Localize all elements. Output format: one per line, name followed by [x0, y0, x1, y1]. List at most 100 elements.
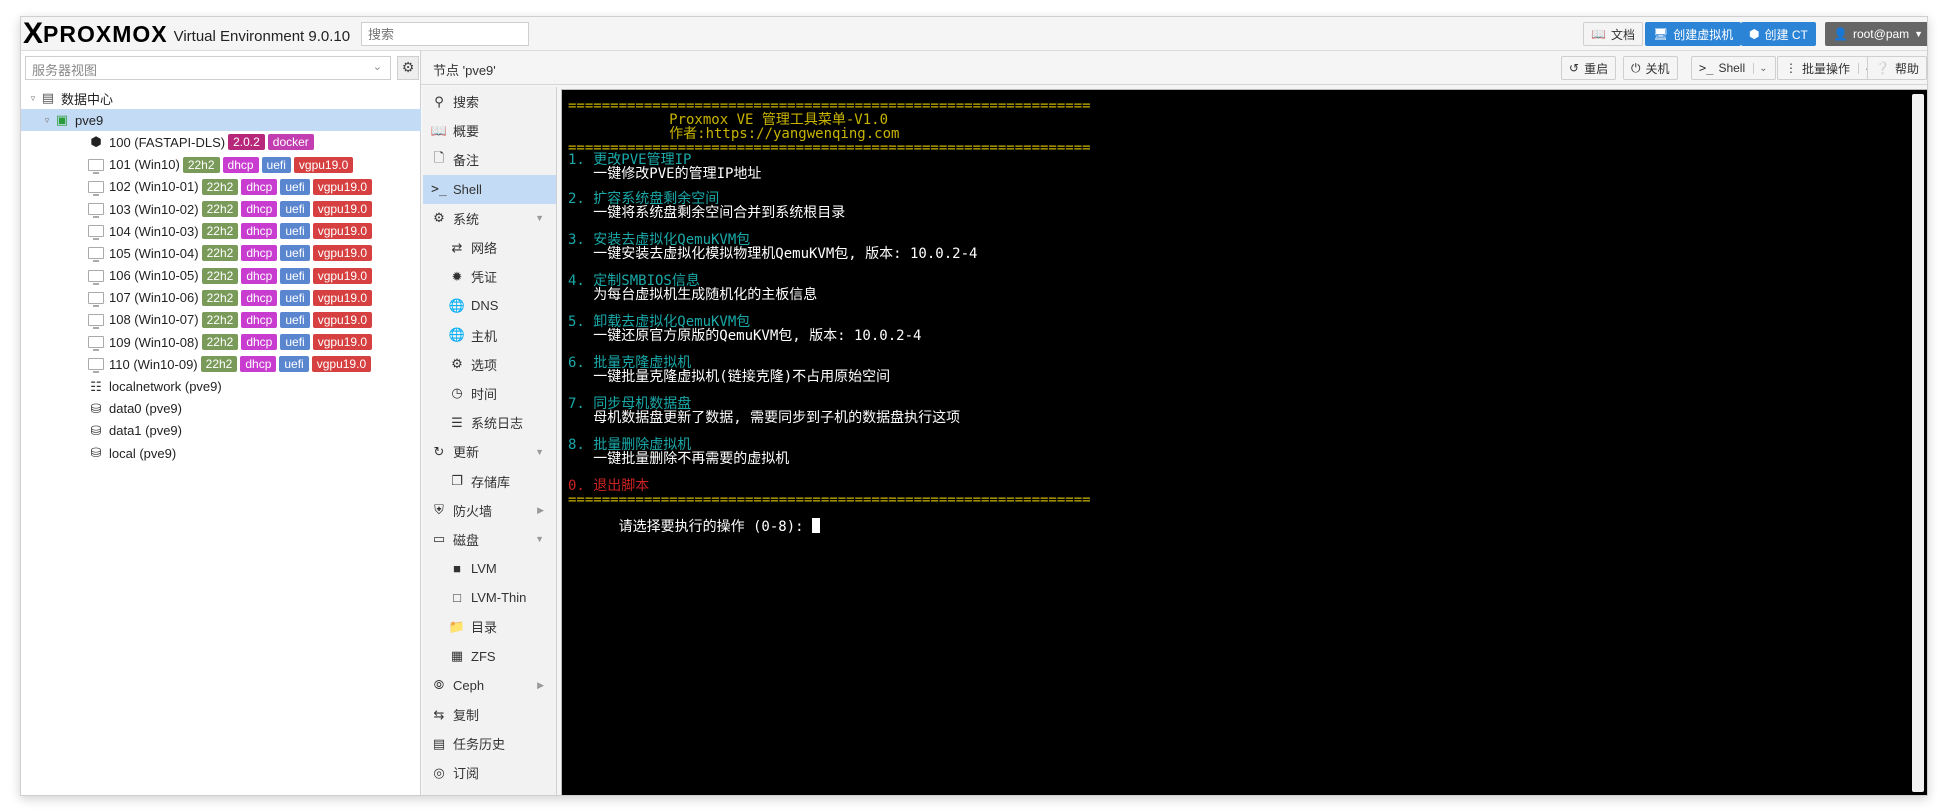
bulk-actions-button[interactable]: ⋮批量操作⌄ — [1777, 56, 1881, 80]
vm-tag: uefi — [279, 356, 309, 373]
terminal-prompt[interactable]: 请选择要执行的操作 (0-8): — [568, 502, 821, 551]
menu-item-label: DNS — [471, 298, 499, 314]
menu-item-19[interactable]: 📁 目录 — [423, 612, 556, 641]
create-vm-button[interactable]: 🖥 创建虚拟机 — [1645, 22, 1742, 46]
tree-vm-item[interactable]: 106 (Win10-05) 22h2 dhcp uefi vgpu19.0 — [21, 265, 421, 287]
tree-vm-item[interactable]: 101 (Win10) 22h2 dhcp uefi vgpu19.0 — [21, 154, 421, 176]
tree-vm-item[interactable]: 110 (Win10-09) 22h2 dhcp uefi vgpu19.0 — [21, 353, 421, 375]
vm-label: 106 (Win10-05) — [109, 268, 199, 284]
menu-item-7[interactable]: ✹ 凭证 — [423, 262, 556, 291]
menu-item-21[interactable]: ⦾ Ceph ▶ — [423, 671, 556, 700]
menu-item-18[interactable]: □ LVM-Thin — [423, 583, 556, 612]
menu-item-10[interactable]: ⚙ 选项 — [423, 350, 556, 379]
vm-label: 100 (FASTAPI-DLS) — [109, 134, 226, 150]
create-ct-button[interactable]: ⬢ 创建 CT — [1741, 22, 1816, 46]
tree-vm-item[interactable]: ⬢ 100 (FASTAPI-DLS) 2.0.2 docker — [21, 131, 421, 153]
globe-icon: 🌐 — [448, 297, 466, 313]
user-menu-button[interactable]: 👤 root@pam ▼ — [1825, 22, 1927, 46]
vm-tag: 22h2 — [201, 289, 239, 306]
shutdown-button[interactable]: ⏻ 关机 — [1623, 56, 1678, 80]
vm-tag: 22h2 — [201, 178, 239, 195]
menu-item-11[interactable]: ◷ 时间 — [423, 379, 556, 408]
terminal-line: 一键安装去虚拟化模拟物理机QemuKVM包, 版本: 10.0.2-4 — [568, 246, 978, 262]
reboot-button[interactable]: ↺ 重启 — [1561, 56, 1617, 80]
vm-tag: uefi — [280, 223, 310, 240]
menu-item-13[interactable]: ↻ 更新 ▼ — [423, 437, 556, 466]
shell-button[interactable]: >_ Shell ⌄ — [1691, 56, 1776, 80]
chevron-right-icon[interactable]: ▶ — [537, 505, 544, 516]
menu-item-8[interactable]: 🌐 DNS — [423, 291, 556, 320]
menu-item-23[interactable]: ▤ 任务历史 — [423, 729, 556, 758]
chevron-down-icon[interactable]: ▼ — [535, 447, 544, 457]
tree-vm-item[interactable]: 103 (Win10-02) 22h2 dhcp uefi vgpu19.0 — [21, 198, 421, 220]
ellipsis-vertical-icon: ⋮ — [1785, 61, 1797, 75]
menu-item-3[interactable]: 🗋 备注 — [423, 145, 556, 174]
tree-vm-item[interactable]: 102 (Win10-01) 22h2 dhcp uefi vgpu19.0 — [21, 176, 421, 198]
vm-label: 110 (Win10-09) — [109, 356, 198, 372]
menu-item-label: 主机 — [471, 328, 498, 344]
tree-datacenter[interactable]: ▿ ▤ 数据中心 — [21, 87, 421, 109]
tree-vm-item[interactable]: 104 (Win10-03) 22h2 dhcp uefi vgpu19.0 — [21, 220, 421, 242]
menu-item-12[interactable]: ☰ 系统日志 — [423, 408, 556, 437]
menu-item-15[interactable]: ⛨ 防火墙 ▶ — [423, 496, 556, 525]
menu-item-22[interactable]: ⇆ 复制 — [423, 700, 556, 729]
tree-resource-item[interactable]: ⛁ data0 (pve9) — [21, 398, 421, 420]
desktop-icon: 🖥 — [1653, 27, 1669, 41]
menu-item-label: 任务历史 — [453, 737, 506, 753]
chevron-down-icon[interactable]: ▼ — [535, 534, 544, 544]
terminal-scrollbar[interactable] — [1912, 94, 1924, 792]
vm-tag: vgpu19.0 — [311, 356, 372, 373]
view-selector[interactable]: 服务器视图 ⌄ — [25, 56, 391, 80]
menu-item-5[interactable]: ⚙ 系统 ▼ — [423, 204, 556, 233]
storage-database-icon: ⛁ — [90, 400, 102, 416]
chevron-right-icon[interactable]: ▶ — [537, 680, 544, 691]
menu-item-1[interactable]: ⚲ 搜索 — [423, 87, 556, 116]
menu-item-4[interactable]: >_ Shell — [423, 174, 556, 204]
book-icon: 📖 — [1591, 27, 1606, 41]
tree-resource-item[interactable]: ☷ localnetwork (pve9) — [21, 375, 421, 397]
terminal-line: 一键修改PVE的管理IP地址 — [568, 166, 762, 182]
vm-label: 105 (Win10-04) — [109, 245, 199, 261]
tree-vm-item[interactable]: 107 (Win10-06) 22h2 dhcp uefi vgpu19.0 — [21, 287, 421, 309]
menu-item-17[interactable]: ■ LVM — [423, 554, 556, 583]
docs-button[interactable]: 📖 文档 — [1583, 22, 1643, 46]
retweet-icon: ⇆ — [433, 706, 445, 722]
collapse-icon[interactable]: ▿ — [27, 93, 39, 104]
terminal-line: 一键还原官方原版的QemuKVM包, 版本: 10.0.2-4 — [568, 328, 922, 344]
menu-item-6[interactable]: ⇄ 网络 — [423, 233, 556, 262]
shell-terminal[interactable]: ========================================… — [561, 89, 1927, 795]
vm-monitor-icon — [87, 180, 105, 196]
tree-resource-item[interactable]: ⛁ data1 (pve9) — [21, 420, 421, 442]
chevron-down-icon[interactable]: ⌄ — [1753, 62, 1768, 74]
menu-item-label: 网络 — [471, 241, 498, 257]
menu-item-24[interactable]: ◎ 订阅 — [423, 758, 556, 787]
gear-icon[interactable]: ⚙ — [397, 56, 419, 80]
help-button[interactable]: ❔ 帮助 — [1867, 56, 1927, 80]
certificate-icon: ✹ — [451, 268, 463, 284]
menu-item-9[interactable]: 🌐 主机 — [423, 321, 556, 350]
chevron-down-icon[interactable]: ▼ — [535, 213, 544, 223]
vm-tag: vgpu19.0 — [312, 267, 373, 284]
tree-vm-item[interactable]: 105 (Win10-04) 22h2 dhcp uefi vgpu19.0 — [21, 242, 421, 264]
square-icon: ■ — [453, 561, 461, 577]
tree-resource-item[interactable]: ⛁ local (pve9) — [21, 442, 421, 464]
menu-item-2[interactable]: 📖 概要 — [423, 116, 556, 145]
chevron-down-icon: ⌄ — [372, 61, 382, 73]
tree-node-pve9[interactable]: ▿ ▣ pve9 — [21, 109, 421, 132]
menu-item-14[interactable]: ❐ 存储库 — [423, 466, 556, 495]
menu-item-label: 系统 — [453, 211, 480, 227]
collapse-icon[interactable]: ▿ — [41, 115, 53, 126]
vm-monitor-icon — [87, 291, 105, 307]
tree-vm-item[interactable]: 109 (Win10-08) 22h2 dhcp uefi vgpu19.0 — [21, 331, 421, 353]
vm-label: 104 (Win10-03) — [109, 223, 199, 239]
menu-item-label: 选项 — [471, 357, 498, 373]
cube-icon: ⬢ — [1749, 27, 1760, 41]
menu-item-20[interactable]: ▦ ZFS — [423, 642, 556, 671]
cogs-icon: ⚙ — [433, 210, 445, 226]
menu-item-label: 概要 — [453, 124, 480, 140]
book-icon: 📖 — [430, 122, 448, 138]
logo-x-icon: X — [23, 17, 43, 50]
menu-item-16[interactable]: ▭ 磁盘 ▼ — [423, 525, 556, 554]
tree-vm-item[interactable]: 108 (Win10-07) 22h2 dhcp uefi vgpu19.0 — [21, 309, 421, 331]
global-search-input[interactable] — [361, 22, 529, 46]
